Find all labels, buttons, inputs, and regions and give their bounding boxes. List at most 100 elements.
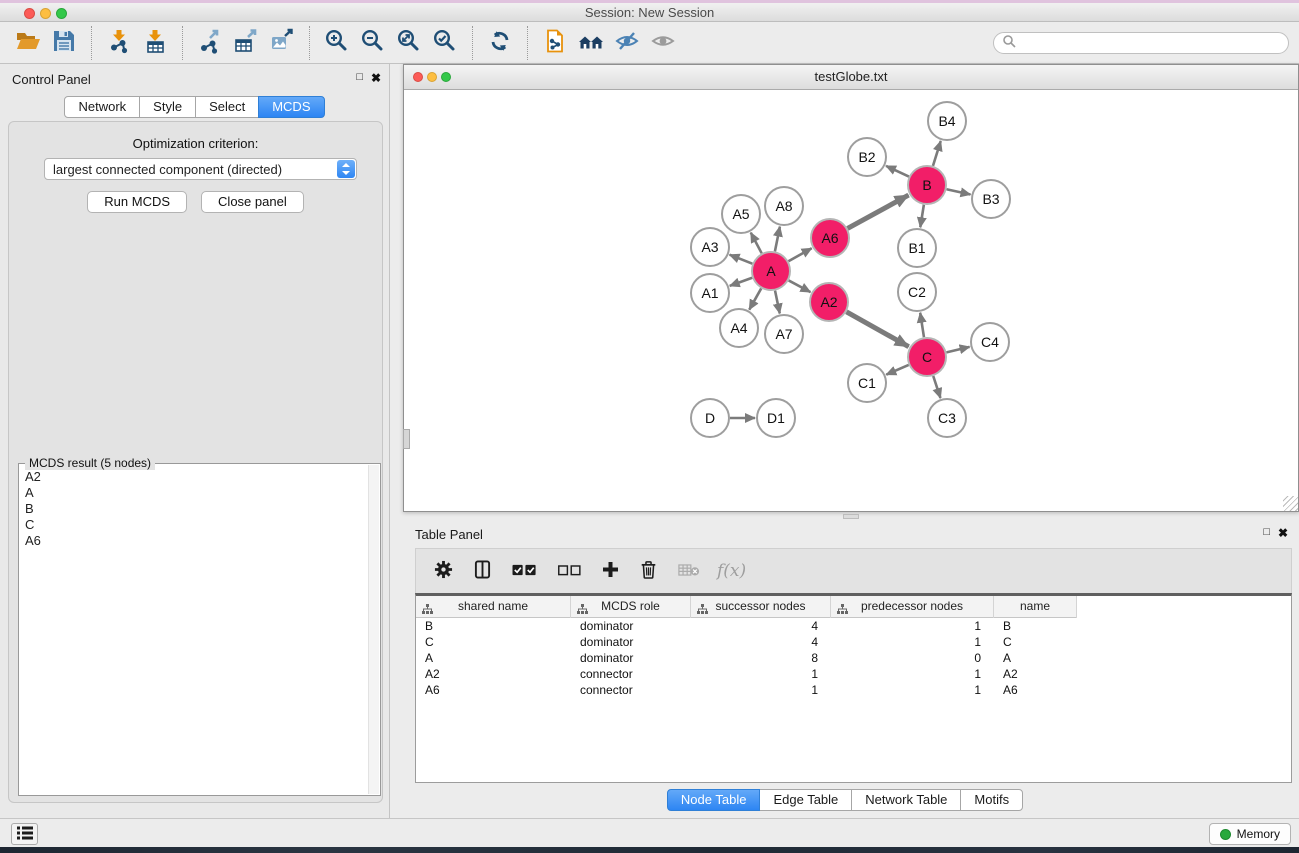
edge-B-B4[interactable] <box>933 141 941 166</box>
edge-C-C1[interactable] <box>886 365 908 375</box>
export-network-button[interactable] <box>192 26 228 60</box>
open-session-button[interactable] <box>10 26 46 60</box>
table-cell[interactable]: 1 <box>691 682 831 698</box>
memory-button[interactable]: Memory <box>1209 823 1291 845</box>
edge-C-C2[interactable] <box>920 313 924 337</box>
close-table-panel-icon[interactable]: ✖ <box>1278 526 1288 540</box>
node-C3[interactable]: C3 <box>928 399 966 437</box>
tab-select[interactable]: Select <box>195 96 259 118</box>
table-cell[interactable]: C <box>994 634 1077 650</box>
tab-style[interactable]: Style <box>139 96 196 118</box>
table-cell[interactable]: 1 <box>831 666 994 682</box>
zoom-selected-button[interactable] <box>427 26 463 60</box>
edge-A-A6[interactable] <box>788 248 811 261</box>
run-mcds-button[interactable]: Run MCDS <box>87 191 187 213</box>
node-B4[interactable]: B4 <box>928 102 966 140</box>
table-settings-button[interactable] <box>434 560 453 582</box>
search-input[interactable] <box>1021 36 1280 50</box>
refresh-button[interactable] <box>482 26 518 60</box>
edge-A-A8[interactable] <box>775 227 780 252</box>
table-cell[interactable]: 4 <box>691 634 831 650</box>
table-cell[interactable]: 1 <box>691 666 831 682</box>
result-item-b[interactable]: B <box>20 501 367 517</box>
tab-network[interactable]: Network <box>64 96 140 118</box>
table-cell[interactable]: 1 <box>831 634 994 650</box>
show-panels-button[interactable] <box>11 823 38 845</box>
search-field[interactable] <box>993 32 1289 54</box>
network-graph[interactable]: B4B2BB3A8A5A6A3B1AC2A1A2A4A7C4CC1C3DD1 <box>404 90 1298 511</box>
node-B[interactable]: B <box>908 166 946 204</box>
table-cell[interactable]: dominator <box>571 618 691 634</box>
close-panel-icon[interactable]: ✖ <box>371 71 381 85</box>
edge-B-B3[interactable] <box>947 189 971 194</box>
table-cell[interactable]: 1 <box>831 618 994 634</box>
edge-A2-C[interactable] <box>846 312 908 347</box>
table-cell[interactable]: A <box>416 650 571 666</box>
show-columns-button[interactable] <box>474 560 491 582</box>
result-item-a[interactable]: A <box>20 485 367 501</box>
node-C1[interactable]: C1 <box>848 364 886 402</box>
export-image-button[interactable] <box>264 26 300 60</box>
add-column-button[interactable] <box>602 561 619 581</box>
hide-details-button[interactable] <box>609 26 645 60</box>
show-details-button[interactable] <box>645 26 681 60</box>
edge-C-C4[interactable] <box>946 347 969 353</box>
delete-column-button[interactable] <box>640 560 657 582</box>
close-panel-button[interactable]: Close panel <box>201 191 304 213</box>
node-A[interactable]: A <box>752 252 790 290</box>
column-header-predecessor-nodes[interactable]: predecessor nodes <box>831 596 994 618</box>
network-window-titlebar[interactable]: testGlobe.txt <box>404 65 1298 90</box>
edge-A-A4[interactable] <box>749 288 761 309</box>
zoom-fit-button[interactable] <box>391 26 427 60</box>
edge-B-B1[interactable] <box>920 205 924 228</box>
table-cell[interactable]: A6 <box>416 682 571 698</box>
column-header-shared-name[interactable]: shared name <box>416 596 571 618</box>
node-A8[interactable]: A8 <box>765 187 803 225</box>
node-A7[interactable]: A7 <box>765 315 803 353</box>
table-row[interactable]: A6connector11A6 <box>416 682 1291 698</box>
column-header-name[interactable]: name <box>994 596 1077 618</box>
table-row[interactable]: Cdominator41C <box>416 634 1291 650</box>
table-cell[interactable]: B <box>994 618 1077 634</box>
node-A3[interactable]: A3 <box>691 228 729 266</box>
table-cell[interactable]: 8 <box>691 650 831 666</box>
table-tab-network-table[interactable]: Network Table <box>851 789 961 811</box>
table-cell[interactable]: connector <box>571 666 691 682</box>
column-header-mcds-role[interactable]: MCDS role <box>571 596 691 618</box>
node-A4[interactable]: A4 <box>720 309 758 347</box>
float-panel-icon[interactable]: □ <box>356 71 363 83</box>
network-canvas[interactable]: B4B2BB3A8A5A6A3B1AC2A1A2A4A7C4CC1C3DD1 <box>404 90 1298 511</box>
table-cell[interactable]: A2 <box>416 666 571 682</box>
deselect-all-button[interactable] <box>558 564 581 579</box>
table-tab-edge-table[interactable]: Edge Table <box>759 789 852 811</box>
function-builder-button[interactable]: f(x) <box>717 561 746 581</box>
node-A5[interactable]: A5 <box>722 195 760 233</box>
edge-A-A7[interactable] <box>775 291 780 314</box>
table-cell[interactable]: 4 <box>691 618 831 634</box>
result-scrollbar[interactable] <box>368 465 379 794</box>
edge-B-B2[interactable] <box>886 166 909 177</box>
result-item-c[interactable]: C <box>20 517 367 533</box>
node-C4[interactable]: C4 <box>971 323 1009 361</box>
result-item-a2[interactable]: A2 <box>20 469 367 485</box>
node-B3[interactable]: B3 <box>972 180 1010 218</box>
table-cell[interactable]: A <box>994 650 1077 666</box>
zoom-in-button[interactable] <box>319 26 355 60</box>
table-cell[interactable]: connector <box>571 682 691 698</box>
table-tab-motifs[interactable]: Motifs <box>960 789 1023 811</box>
save-session-button[interactable] <box>46 26 82 60</box>
table-row[interactable]: A2connector11A2 <box>416 666 1291 682</box>
column-header-successor-nodes[interactable]: successor nodes <box>691 596 831 618</box>
table-cell[interactable]: A6 <box>994 682 1077 698</box>
table-row[interactable]: Adominator80A <box>416 650 1291 666</box>
window-resize-grip[interactable] <box>1283 496 1298 511</box>
edge-C-C3[interactable] <box>933 376 940 398</box>
node-C[interactable]: C <box>908 338 946 376</box>
edge-A6-B[interactable] <box>848 195 909 228</box>
network-document-button[interactable] <box>537 26 573 60</box>
edge-A-A2[interactable] <box>789 280 811 292</box>
select-all-button[interactable] <box>512 564 537 579</box>
table-cell[interactable]: dominator <box>571 634 691 650</box>
window-edge-grip[interactable] <box>403 429 410 449</box>
node-D[interactable]: D <box>691 399 729 437</box>
